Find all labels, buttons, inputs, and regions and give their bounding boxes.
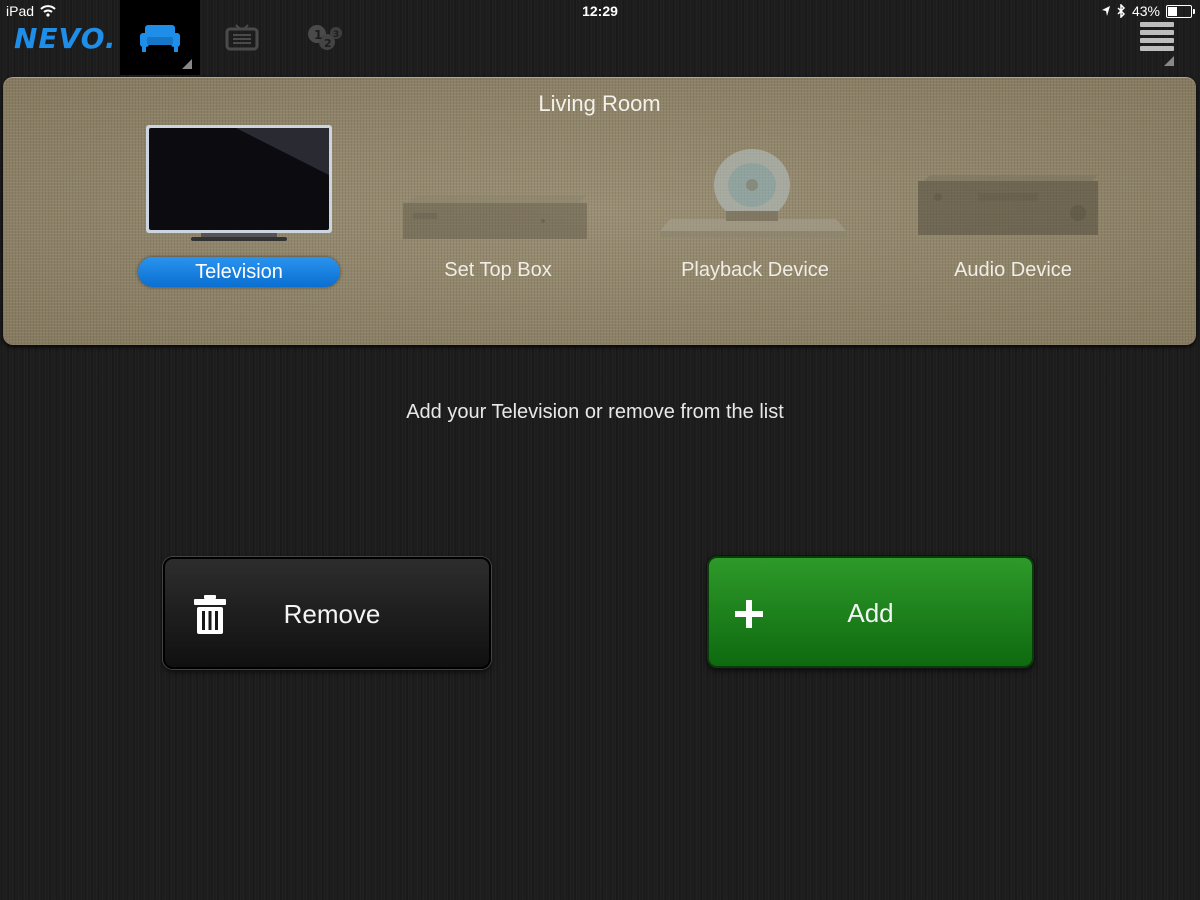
tv-guide-icon [225, 23, 259, 50]
device-audio[interactable]: Audio Device [888, 77, 1138, 345]
bluetooth-icon [1117, 4, 1126, 18]
device-television[interactable]: Television [118, 77, 368, 345]
hamburger-menu-icon [1140, 22, 1174, 51]
numbers-icon: 1 2 3 [308, 24, 342, 50]
device-label: Audio Device [954, 259, 1072, 281]
menu-corner-indicator [1164, 56, 1174, 66]
battery-fill [1168, 6, 1178, 16]
audio-device-icon [918, 175, 1098, 235]
svg-text:2: 2 [324, 37, 332, 50]
playback-device-icon [660, 149, 846, 237]
device-label: Television [195, 261, 283, 283]
status-time: 12:29 [582, 3, 618, 19]
instruction-text: Add your Television or remove from the l… [406, 401, 784, 423]
battery-percent: 43% [1131, 3, 1160, 19]
battery-icon [1166, 4, 1195, 18]
device-set-top-box[interactable]: Set Top Box [373, 77, 623, 345]
nevo-logo: NEVO. [14, 22, 117, 55]
add-label: Add [847, 598, 894, 628]
device-label: Playback Device [681, 259, 829, 281]
tab-corner-indicator [182, 59, 192, 69]
location-icon [1101, 6, 1110, 16]
menu-button[interactable] [1140, 22, 1174, 52]
remove-button[interactable]: Remove [163, 557, 491, 669]
remove-label: Remove [283, 599, 381, 629]
device-playback[interactable]: Playback Device [630, 77, 880, 345]
status-bar: iPad 12:29 43% [0, 0, 1200, 22]
television-icon [146, 125, 332, 241]
svg-text:3: 3 [333, 30, 339, 40]
svg-text:1: 1 [314, 28, 322, 42]
sofa-icon [140, 24, 180, 52]
set-top-box-icon [403, 195, 587, 239]
device-label: Set Top Box [444, 259, 552, 281]
add-button[interactable]: Add [707, 556, 1034, 668]
room-panel: Living Room Television Set Top Box Playb… [3, 77, 1196, 345]
